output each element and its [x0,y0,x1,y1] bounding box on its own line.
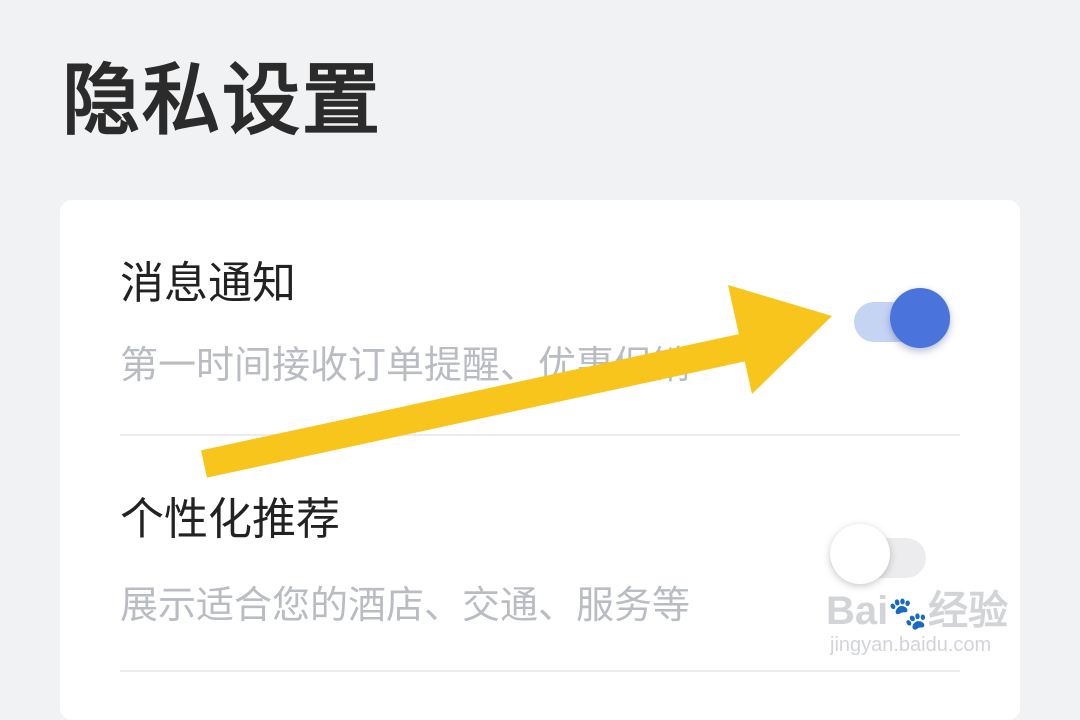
recommendation-toggle[interactable] [830,524,926,584]
toggle-thumb [830,524,890,584]
notification-toggle[interactable] [854,288,950,348]
watermark-logo: Bai🐾经验 [826,589,1009,633]
setting-title: 消息通知 [120,258,296,309]
page-title: 隐私设置 [62,56,383,146]
divider [120,434,960,436]
setting-title: 个性化推荐 [120,494,340,545]
toggle-thumb [890,288,950,348]
setting-row-notification[interactable]: 消息通知 第一时间接收订单提醒、优惠促销 [120,258,960,398]
setting-description: 展示适合您的酒店、交通、服务等 [120,583,691,627]
watermark: Bai🐾经验 jingyan.baidu.com [826,578,1026,668]
watermark-url: jingyan.baidu.com [830,634,992,656]
divider [120,670,960,672]
setting-description: 第一时间接收订单提醒、优惠促销 [120,343,691,387]
